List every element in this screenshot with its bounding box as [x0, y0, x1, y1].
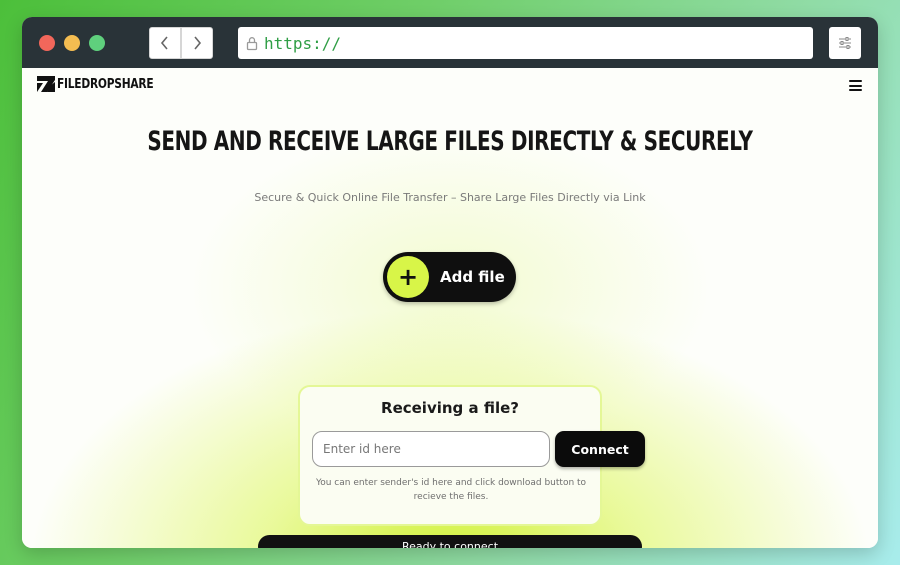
browser-window: https:// FILEDROPSHARE SEND AND RECEIVE … [22, 17, 878, 548]
page-content: FILEDROPSHARE SEND AND RECEIVE LARGE FIL… [22, 68, 878, 548]
connect-button[interactable]: Connect [555, 431, 645, 467]
minimize-window-button[interactable] [64, 35, 80, 51]
close-window-button[interactable] [39, 35, 55, 51]
plus-icon: + [387, 256, 429, 298]
sliders-icon [839, 37, 851, 49]
settings-button[interactable] [829, 27, 861, 59]
receive-file-card: Receiving a file? Connect You can enter … [298, 385, 645, 526]
maximize-window-button[interactable] [89, 35, 105, 51]
logo-text: FILEDROPSHARE [57, 76, 154, 92]
page-subtitle: Secure & Quick Online File Transfer – Sh… [254, 191, 646, 204]
url-text: https:// [264, 33, 342, 53]
connection-status-bar: Ready to connect [258, 535, 642, 548]
forward-button[interactable] [181, 27, 213, 59]
site-header: FILEDROPSHARE [22, 68, 878, 104]
logo-mark-icon [37, 76, 55, 92]
browser-toolbar: https:// [22, 17, 878, 68]
site-logo[interactable]: FILEDROPSHARE [37, 76, 175, 92]
chevron-left-icon [160, 36, 168, 50]
lock-icon [246, 36, 258, 50]
back-button[interactable] [149, 27, 181, 59]
chevron-right-icon [194, 36, 202, 50]
add-file-button[interactable]: + Add file [383, 252, 516, 302]
sender-id-input[interactable] [312, 431, 550, 467]
receive-card-title: Receiving a file? [381, 399, 519, 417]
page-title: SEND AND RECEIVE LARGE FILES DIRECTLY & … [22, 126, 878, 157]
hamburger-menu-icon[interactable] [849, 80, 862, 91]
page-title-text: SEND AND RECEIVE LARGE FILES DIRECTLY & … [147, 126, 753, 157]
receive-hint: You can enter sender's id here and click… [315, 478, 587, 502]
address-bar[interactable]: https:// [238, 27, 813, 59]
add-file-label: Add file [440, 268, 505, 286]
